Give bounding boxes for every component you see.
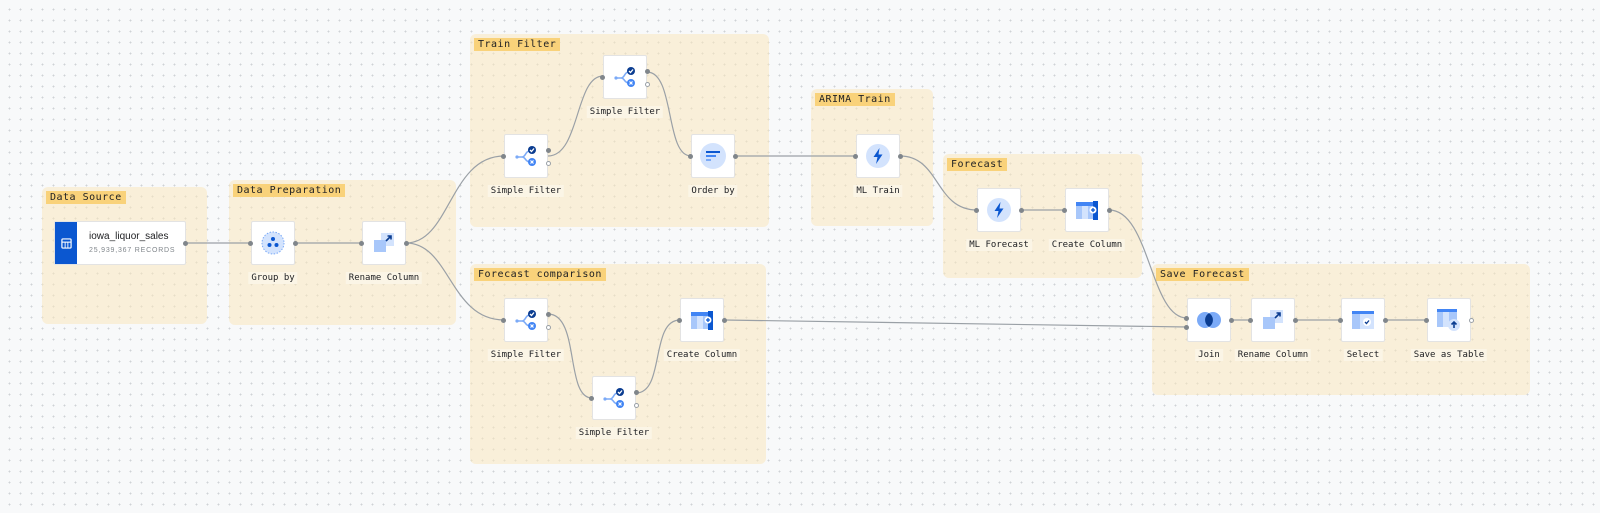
port[interactable] [645,69,650,74]
node-label: Simple Filter [487,349,565,361]
node-train-filter-1[interactable] [504,134,548,178]
port[interactable] [898,154,903,159]
empty-output-port[interactable] [546,161,551,166]
wire [405,155,505,244]
port[interactable] [1107,208,1112,213]
source-node-iowa-liquor-sales[interactable]: iowa_liquor_sales 25,939,367 RECORDS [54,221,186,265]
rename-column-icon [371,230,397,256]
ml-forecast-icon [986,197,1012,223]
node-label: Group by [248,272,298,284]
port[interactable] [688,154,693,159]
port[interactable] [853,154,858,159]
source-record-count: 25,939,367 RECORDS [89,247,176,254]
node-label: Create Column [1048,239,1126,251]
rename-column-icon [1260,307,1286,333]
port[interactable] [1338,318,1343,323]
node-save-as-table[interactable] [1427,298,1471,342]
node-join[interactable] [1187,298,1231,342]
simple-filter-icon [513,143,539,169]
port[interactable] [1383,318,1388,323]
simple-filter-icon [601,385,627,411]
port[interactable] [1019,208,1024,213]
port[interactable] [293,241,298,246]
node-ml-forecast[interactable] [977,188,1021,232]
wire [723,319,1188,328]
port[interactable] [1184,325,1189,330]
port[interactable] [1229,318,1234,323]
join-icon [1195,307,1223,333]
node-select[interactable] [1341,298,1385,342]
node-order-by[interactable] [691,134,735,178]
table-icon [55,222,77,264]
node-comp-filter-1[interactable] [504,298,548,342]
node-label: Create Column [663,349,741,361]
wire [899,155,978,211]
port[interactable] [404,241,409,246]
node-fc-create-column[interactable] [1065,188,1109,232]
port[interactable] [1424,318,1429,323]
node-label: Simple Filter [487,185,565,197]
port[interactable] [1184,316,1189,321]
port[interactable] [546,312,551,317]
port[interactable] [1062,208,1067,213]
node-label: Rename Column [1234,349,1312,361]
order-by-icon [699,142,727,170]
save-as-table-icon [1435,306,1463,334]
node-label: Rename Column [345,272,423,284]
node-label: Join [1195,349,1223,361]
node-label: Select [1343,349,1383,361]
node-label: Order by [688,185,738,197]
node-ml-train[interactable] [856,134,900,178]
group-by-icon [260,230,286,256]
create-column-icon [1074,197,1100,223]
port[interactable] [1248,318,1253,323]
simple-filter-icon [513,307,539,333]
ml-train-icon [865,143,891,169]
port[interactable] [501,154,506,159]
select-icon [1350,307,1376,333]
empty-output-port[interactable] [546,325,551,330]
port[interactable] [589,396,594,401]
node-train-filter-2[interactable] [603,55,647,99]
port[interactable] [248,241,253,246]
node-rename-column-1[interactable] [362,221,406,265]
empty-output-port[interactable] [634,403,639,408]
node-group-by[interactable] [251,221,295,265]
node-label: Save as Table [1410,349,1488,361]
port[interactable] [722,318,727,323]
node-rename-column-2[interactable] [1251,298,1295,342]
port[interactable] [974,208,979,213]
port[interactable] [359,241,364,246]
node-label: ML Train [853,185,903,197]
source-name: iowa_liquor_sales [89,231,169,242]
node-comp-create-column[interactable] [680,298,724,342]
empty-output-port[interactable] [645,82,650,87]
create-column-icon [689,307,715,333]
port[interactable] [600,75,605,80]
node-comp-filter-2[interactable] [592,376,636,420]
connection-wires [186,71,1427,399]
port[interactable] [634,390,639,395]
node-label: ML Forecast [966,239,1032,251]
port[interactable] [677,318,682,323]
simple-filter-icon [612,64,638,90]
port[interactable] [501,318,506,323]
port[interactable] [1293,318,1298,323]
wire [1108,209,1188,319]
port[interactable] [733,154,738,159]
empty-output-port[interactable] [1469,318,1474,323]
node-label: Simple Filter [586,106,664,118]
output-port[interactable] [183,241,188,246]
port[interactable] [546,148,551,153]
node-label: Simple Filter [575,427,653,439]
